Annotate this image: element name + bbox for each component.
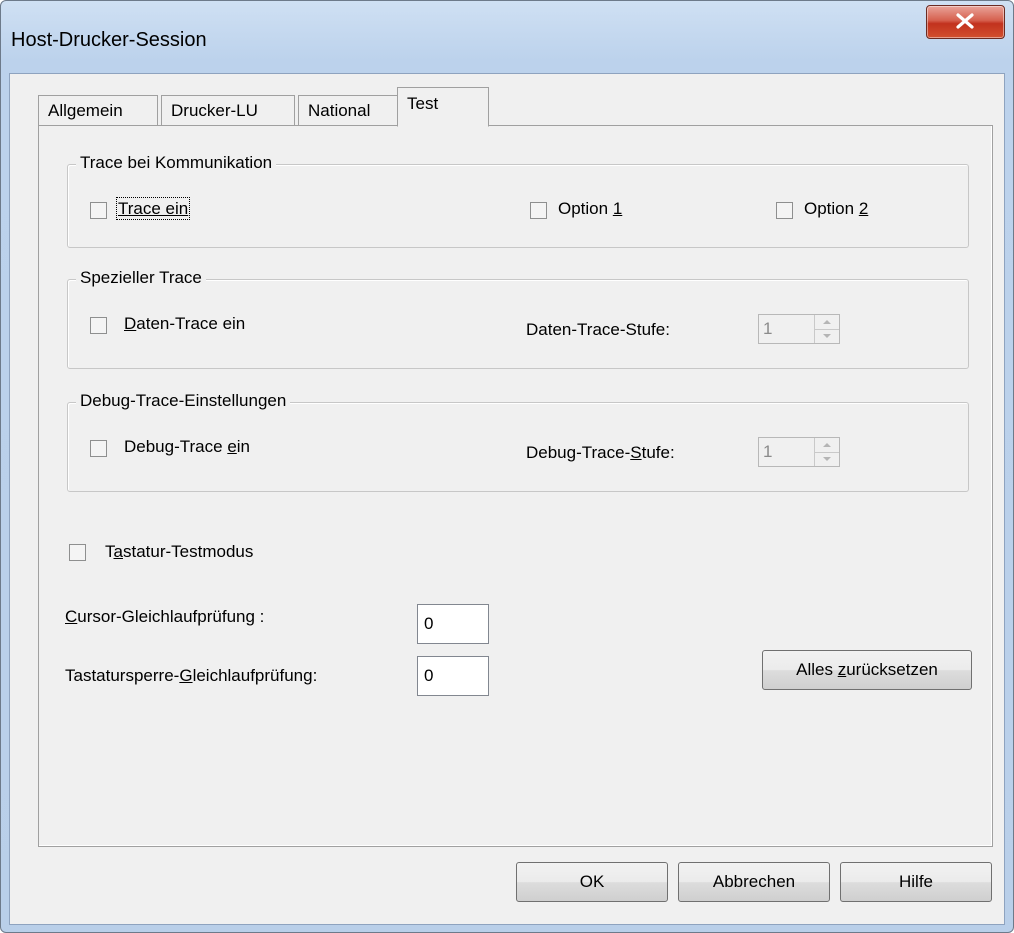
option1-mnemonic: 1 <box>612 199 623 218</box>
spinner-down-icon[interactable] <box>815 452 839 466</box>
option2-checkbox[interactable] <box>776 202 793 219</box>
sperre-text: Tastatursperre- <box>65 666 180 685</box>
debug-trace-stufe-label: Debug-Trace-Stufe: <box>526 443 675 463</box>
group-trace-kommunikation: Trace bei Kommunikation Trace ein Option… <box>67 153 969 248</box>
spinner-down-icon[interactable] <box>815 329 839 343</box>
daten-trace-label[interactable]: Daten-Trace ein <box>124 314 245 334</box>
debug-trace-checkbox[interactable] <box>90 440 107 457</box>
spinner-value: 1 <box>763 442 773 461</box>
close-icon <box>956 13 974 29</box>
tastatur-mnemonic: a <box>113 542 123 561</box>
cancel-button[interactable]: Abbrechen <box>678 862 830 902</box>
tab-label: Allgemein <box>48 101 123 120</box>
sperre-value: 0 <box>424 666 434 685</box>
debug-trace-stufe-spinner[interactable]: 1 <box>758 437 840 467</box>
group-legend: Trace bei Kommunikation <box>76 153 277 173</box>
cursor-mnemonic: C <box>65 607 78 626</box>
option2-label[interactable]: Option 2 <box>804 199 868 219</box>
reset-all-button[interactable]: Alles zurücksetzen <box>762 650 972 690</box>
spinner-buttons <box>814 315 839 343</box>
tab-label: Test <box>407 94 439 113</box>
daten-trace-text: aten-Trace ein <box>136 314 246 333</box>
tab-label: National <box>308 101 371 120</box>
option1-checkbox[interactable] <box>530 202 547 219</box>
title-bar: Host-Drucker-Session <box>1 1 1013 73</box>
option1-text: Option <box>558 199 613 218</box>
group-spezieller-trace: Spezieller Trace Daten-Trace ein Daten-T… <box>67 268 969 369</box>
option2-mnemonic: 2 <box>858 199 869 218</box>
reset-text: Alles <box>796 660 838 679</box>
option1-label[interactable]: Option 1 <box>558 199 622 219</box>
sperre-text-rest: leichlaufprüfung: <box>192 666 318 685</box>
sperre-mnemonic: G <box>179 666 193 685</box>
reset-mnemonic: z <box>837 660 847 679</box>
debug-stufe-text: Debug-Trace- <box>526 443 631 462</box>
group-debug-trace: Debug-Trace-Einstellungen Debug-Trace ei… <box>67 391 969 492</box>
daten-trace-mnemonic: D <box>124 314 137 333</box>
close-button[interactable] <box>926 5 1005 39</box>
trace-ein-text: Trace ein <box>115 197 191 220</box>
group-legend: Debug-Trace-Einstellungen <box>76 391 291 411</box>
cursor-gleichlauf-input[interactable]: 0 <box>417 604 489 644</box>
dialog-window: Host-Drucker-Session Allgemein Drucker-L… <box>0 0 1014 933</box>
option2-text: Option <box>804 199 859 218</box>
debug-trace-label[interactable]: Debug-Trace ein <box>124 437 250 457</box>
help-button[interactable]: Hilfe <box>840 862 992 902</box>
debug-stufe-mnemonic: S <box>630 443 642 462</box>
window-title: Host-Drucker-Session <box>11 29 207 51</box>
tab-label: Drucker-LU <box>171 101 258 120</box>
reset-text-rest: urücksetzen <box>846 660 938 679</box>
tab-page-test: Trace bei Kommunikation Trace ein Option… <box>38 125 993 847</box>
tastatur-text: T <box>105 542 114 561</box>
group-legend: Spezieller Trace <box>76 268 206 288</box>
cursor-gleichlauf-label: Cursor-Gleichlaufprüfung : <box>65 607 264 627</box>
tab-national[interactable]: National <box>298 95 398 125</box>
tastatur-testmodus-checkbox[interactable] <box>69 544 86 561</box>
ok-button[interactable]: OK <box>516 862 668 902</box>
tab-test[interactable]: Test <box>397 87 489 127</box>
tab-allgemein[interactable]: Allgemein <box>38 95 158 125</box>
debug-trace-mnemonic: e <box>227 437 237 456</box>
tastatursperre-gleichlauf-input[interactable]: 0 <box>417 656 489 696</box>
trace-ein-checkbox[interactable] <box>90 202 107 219</box>
debug-stufe-text-rest: tufe: <box>641 443 675 462</box>
spinner-buttons <box>814 438 839 466</box>
spinner-up-icon[interactable] <box>815 438 839 453</box>
debug-trace-text-rest: in <box>236 437 251 456</box>
cursor-value: 0 <box>424 614 434 633</box>
tab-drucker-lu[interactable]: Drucker-LU <box>161 95 295 125</box>
cursor-text: ursor-Gleichlaufprüfung : <box>77 607 265 626</box>
daten-trace-stufe-label: Daten-Trace-Stufe: <box>526 320 670 339</box>
trace-ein-label[interactable]: Trace ein <box>115 197 191 220</box>
daten-trace-stufe-spinner[interactable]: 1 <box>758 314 840 344</box>
tastatur-testmodus-label[interactable]: Tastatur-Testmodus <box>105 542 253 562</box>
debug-trace-text: Debug-Trace <box>124 437 228 456</box>
daten-trace-checkbox[interactable] <box>90 317 107 334</box>
tastatur-text-rest: statur-Testmodus <box>122 542 254 561</box>
spinner-value: 1 <box>763 319 773 338</box>
dialog-client-area: Allgemein Drucker-LU National Test Trace… <box>9 73 1005 925</box>
spinner-up-icon[interactable] <box>815 315 839 330</box>
tastatursperre-gleichlauf-label: Tastatursperre-Gleichlaufprüfung: <box>65 666 317 686</box>
